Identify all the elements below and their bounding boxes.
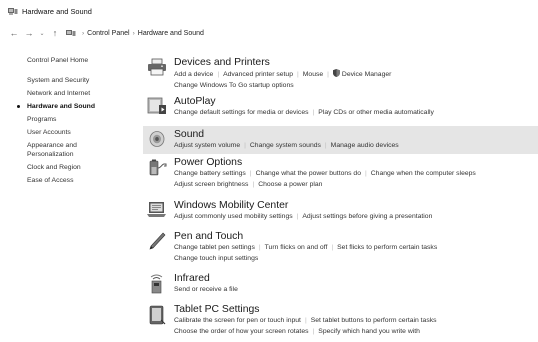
link-change-default-settings[interactable]: Change default settings for media or dev… — [174, 109, 309, 116]
link-touch-input-settings[interactable]: Change touch input settings — [174, 255, 258, 262]
category-mobility-center: Windows Mobility Center Adjust commonly … — [143, 197, 538, 228]
forward-button[interactable]: → — [22, 26, 36, 40]
link-tablet-buttons[interactable]: Set tablet buttons to perform certain ta… — [311, 317, 437, 324]
category-list: Devices and Printers Add a device | Advanc… — [143, 54, 538, 341]
window-title: Hardware and Sound — [22, 6, 92, 16]
link-power-buttons[interactable]: Change what the power buttons do — [256, 170, 361, 177]
autoplay-icon — [146, 97, 168, 119]
category-title[interactable]: Devices and Printers — [174, 56, 391, 69]
tablet-pc-icon — [146, 305, 168, 327]
category-title[interactable]: Sound — [174, 128, 399, 141]
breadcrumb-separator: › — [82, 29, 85, 37]
category-devices-printers: Devices and Printers Add a device | Advanc… — [143, 54, 538, 93]
current-item-bullet — [17, 105, 20, 108]
link-change-system-sounds[interactable]: Change system sounds — [250, 142, 321, 149]
category-title[interactable]: Tablet PC Settings — [174, 303, 437, 316]
category-title[interactable]: Infrared — [174, 272, 238, 285]
breadcrumb-control-panel[interactable]: Control Panel — [87, 30, 129, 37]
speaker-icon — [146, 130, 168, 152]
category-title[interactable]: Pen and Touch — [174, 230, 437, 243]
link-add-device[interactable]: Add a device — [174, 71, 213, 78]
category-infrared: Infrared Send or receive a file — [143, 270, 538, 301]
pen-icon — [146, 232, 168, 254]
address-bar[interactable]: › Control Panel › Hardware and Sound — [66, 26, 204, 40]
hardware-sound-icon — [8, 7, 18, 15]
admin-shield-icon — [332, 69, 340, 77]
category-tablet-pc-settings: Tablet PC Settings Calibrate the screen … — [143, 301, 538, 341]
back-button[interactable]: ← — [7, 26, 21, 40]
link-choose-power-plan[interactable]: Choose a power plan — [258, 181, 322, 188]
link-adjust-volume[interactable]: Adjust system volume — [174, 142, 240, 149]
navigation-bar: ← → ⌄ ↑ › Control Panel › Hardware and S… — [0, 24, 538, 42]
breadcrumb-separator: › — [132, 29, 135, 37]
control-panel-icon — [66, 29, 76, 37]
link-mouse[interactable]: Mouse — [303, 71, 323, 78]
sidebar-control-panel-home[interactable]: Control Panel Home — [27, 56, 142, 65]
link-advanced-printer-setup[interactable]: Advanced printer setup — [223, 71, 293, 78]
printer-icon — [146, 58, 168, 80]
sidebar-item-programs[interactable]: Programs — [27, 115, 142, 124]
link-screen-brightness[interactable]: Adjust screen brightness — [174, 181, 248, 188]
sidebar-item-user-accounts[interactable]: User Accounts — [27, 128, 142, 137]
sidebar-item-network-internet[interactable]: Network and Internet — [27, 89, 142, 98]
category-title[interactable]: AutoPlay — [174, 95, 434, 108]
link-writing-hand[interactable]: Specify which hand you write with — [318, 328, 420, 335]
sidebar-item-label: Hardware and Sound — [27, 103, 95, 110]
link-manage-audio-devices[interactable]: Manage audio devices — [331, 142, 399, 149]
link-flicks-on-off[interactable]: Turn flicks on and off — [265, 244, 328, 251]
category-pen-touch: Pen and Touch Change tablet pen settings… — [143, 228, 538, 270]
link-calibrate-screen[interactable]: Calibrate the screen for pen or touch in… — [174, 317, 301, 324]
sidebar-item-appearance[interactable]: Appearance and Personalization — [27, 141, 107, 159]
link-tablet-pen-settings[interactable]: Change tablet pen settings — [174, 244, 255, 251]
sidebar-item-ease-of-access[interactable]: Ease of Access — [27, 176, 142, 185]
link-screen-rotation-order[interactable]: Choose the order of how your screen rota… — [174, 328, 309, 335]
link-play-cds[interactable]: Play CDs or other media automatically — [318, 109, 434, 116]
sidebar-item-system-security[interactable]: System and Security — [27, 76, 142, 85]
link-computer-sleeps[interactable]: Change when the computer sleeps — [371, 170, 476, 177]
category-title[interactable]: Windows Mobility Center — [174, 199, 432, 212]
link-device-manager[interactable]: Device Manager — [332, 69, 392, 78]
breadcrumb-hardware-and-sound[interactable]: Hardware and Sound — [138, 30, 204, 37]
recent-locations-button[interactable]: ⌄ — [37, 26, 47, 40]
mobility-center-icon — [146, 201, 168, 223]
title-bar: Hardware and Sound — [0, 0, 538, 22]
link-set-flicks[interactable]: Set flicks to perform certain tasks — [337, 244, 437, 251]
power-options-icon — [146, 158, 168, 180]
category-autoplay: AutoPlay Change default settings for med… — [143, 93, 538, 126]
category-power-options: Power Options Change battery settings | Ch… — [143, 154, 538, 197]
link-send-receive-file[interactable]: Send or receive a file — [174, 286, 238, 293]
link-device-manager-label: Device Manager — [341, 71, 392, 78]
infrared-icon — [146, 274, 168, 296]
sidebar-item-hardware-sound[interactable]: Hardware and Sound — [17, 102, 142, 111]
sidebar: Control Panel Home System and Security N… — [17, 56, 142, 185]
link-presentation-settings[interactable]: Adjust settings before giving a presenta… — [302, 213, 432, 220]
link-windows-to-go[interactable]: Change Windows To Go startup options — [174, 82, 294, 89]
up-button[interactable]: ↑ — [48, 26, 62, 40]
link-mobility-settings[interactable]: Adjust commonly used mobility settings — [174, 213, 293, 220]
category-title[interactable]: Power Options — [174, 156, 476, 169]
category-sound[interactable]: Sound Adjust system volume | Change system… — [143, 126, 538, 154]
link-change-battery-settings[interactable]: Change battery settings — [174, 170, 246, 177]
sidebar-item-clock-region[interactable]: Clock and Region — [27, 163, 142, 172]
